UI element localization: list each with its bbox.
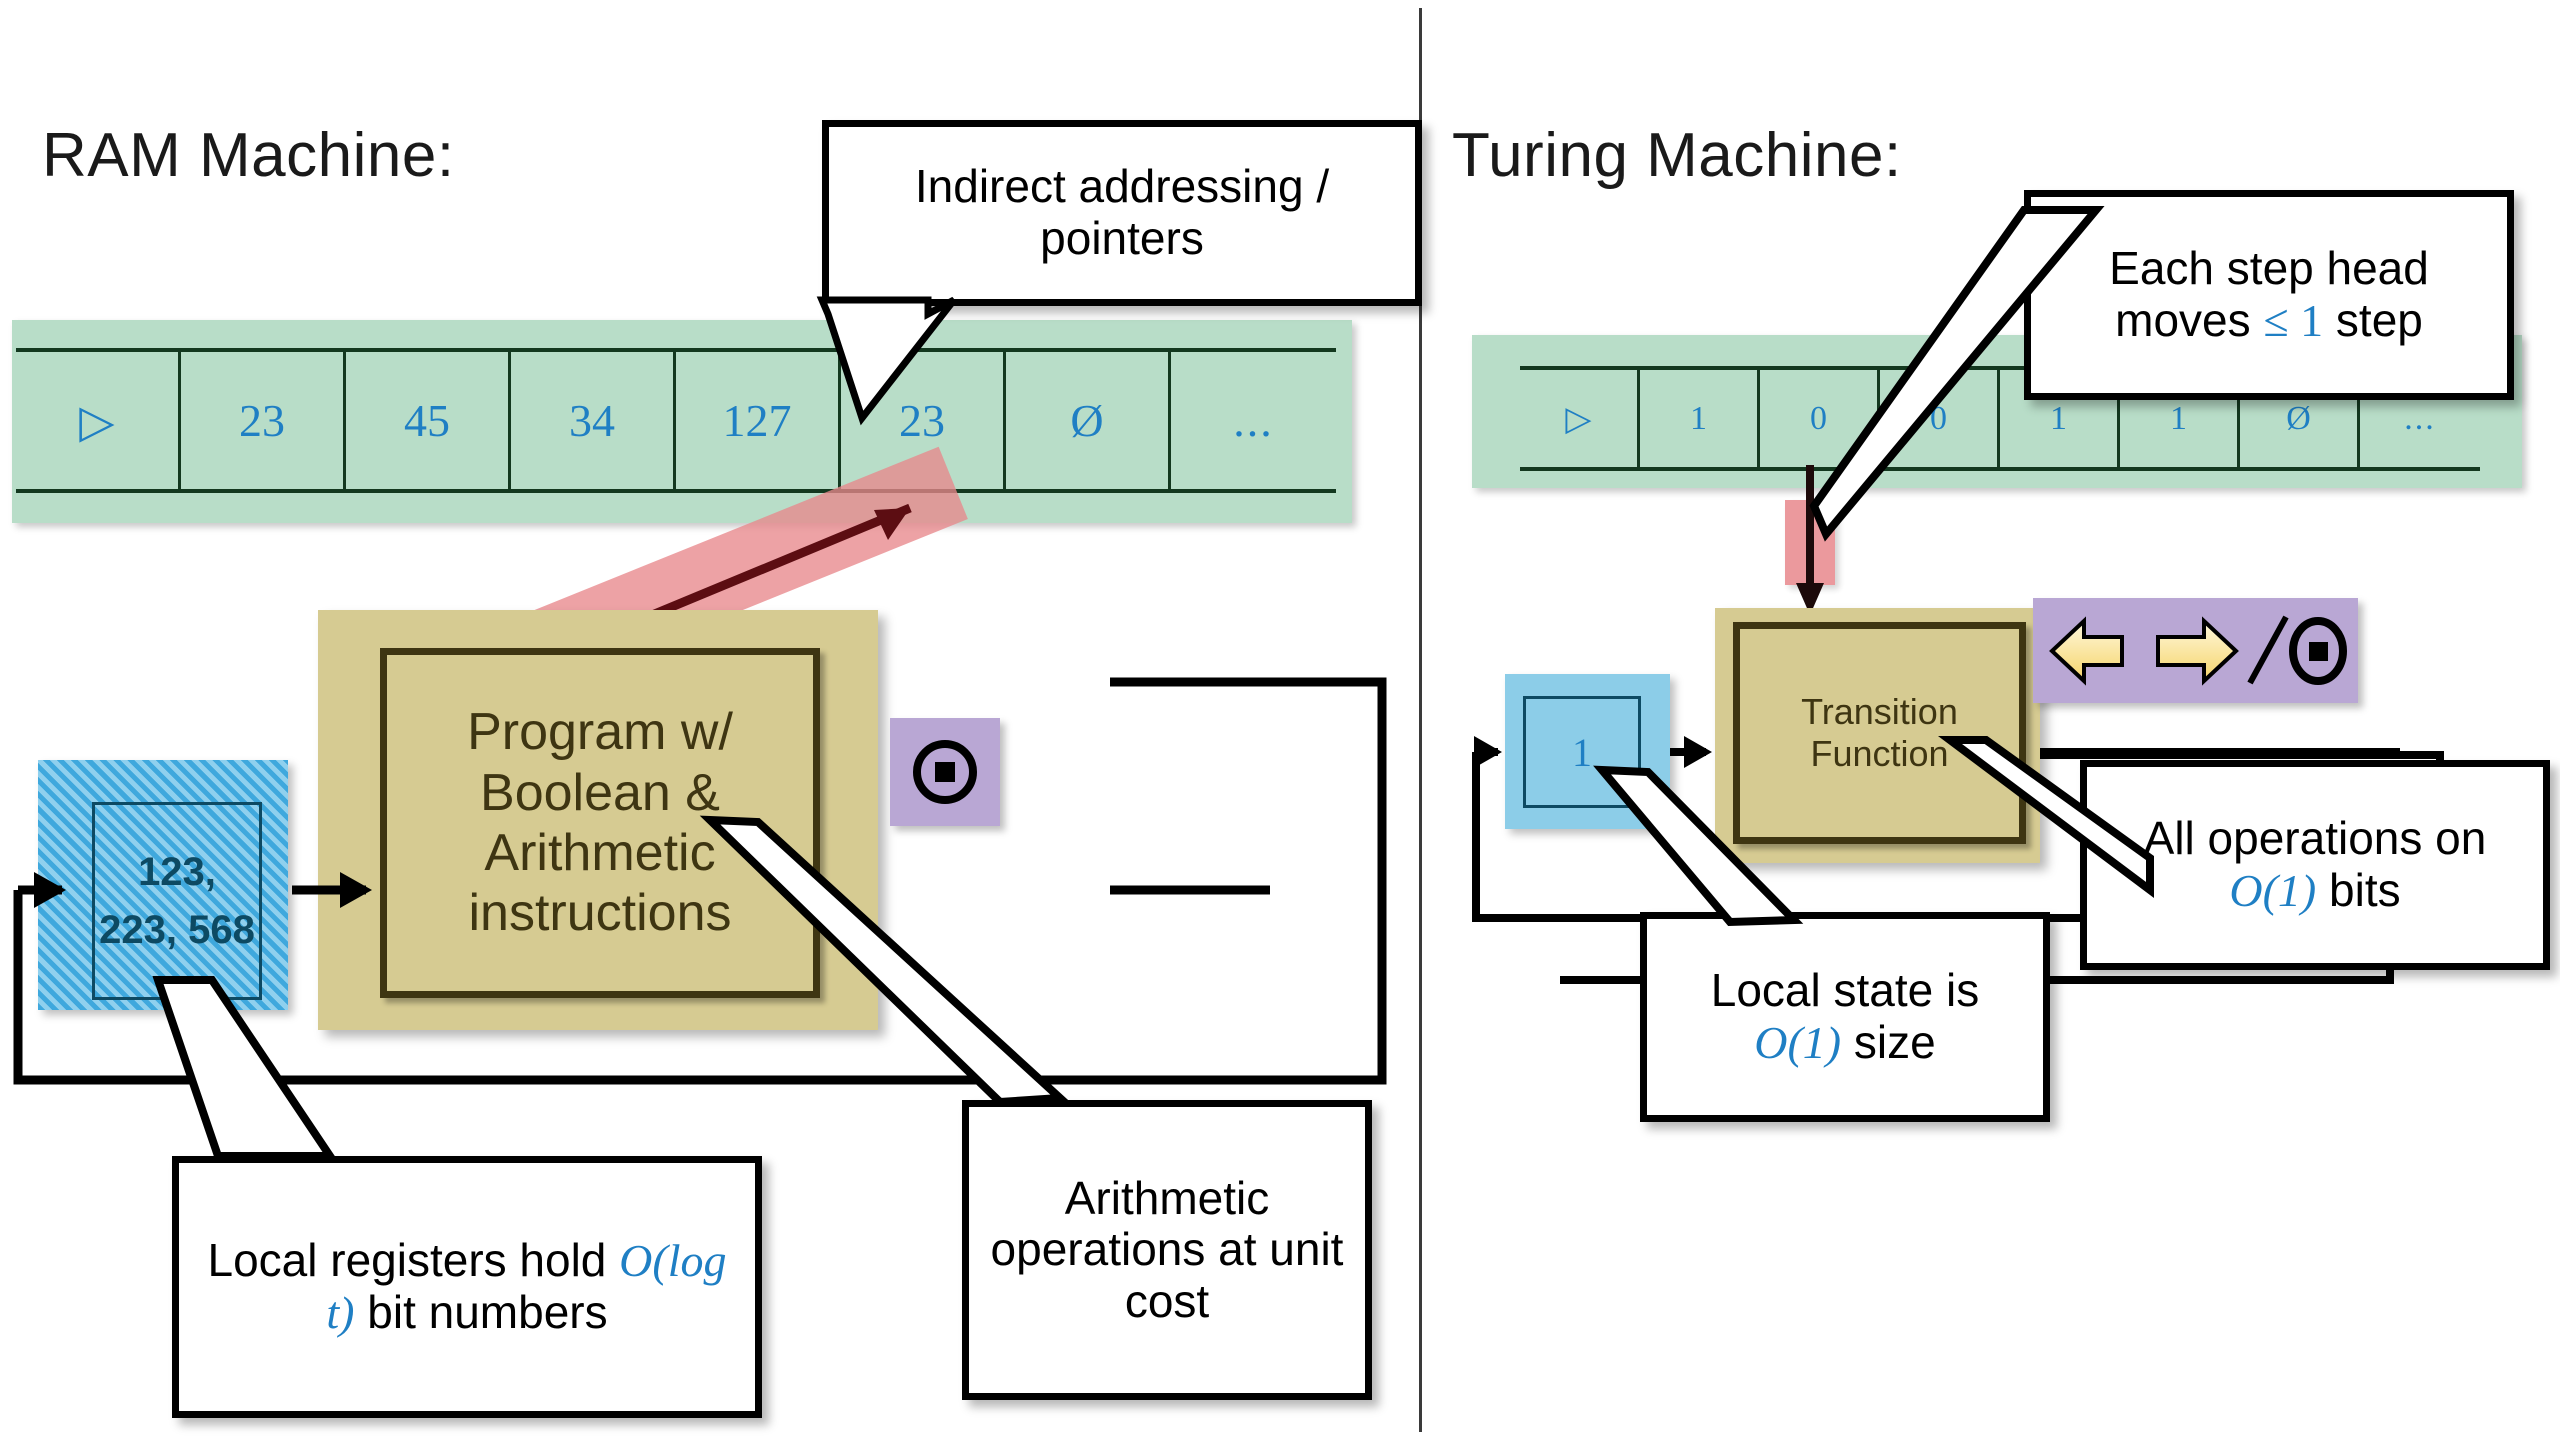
tm-tape-cell[interactable]: ▷	[1520, 370, 1640, 467]
turing-machine-title: Turing Machine:	[1452, 121, 1902, 190]
callout-text: Local registers hold O(log t) bit number…	[193, 1235, 741, 1338]
ram-machine-title: RAM Machine:	[42, 121, 455, 190]
callout-text-highlight: O(1)	[1754, 1017, 1842, 1068]
callout-indirect-addressing[interactable]: Indirect addressing / pointers	[822, 120, 1422, 306]
callout-text-highlight: ≤ 1	[2263, 295, 2324, 346]
ram-tape-cell[interactable]: ...	[1171, 352, 1336, 489]
callout-head-move[interactable]: Each step head moves ≤ 1 step	[2024, 190, 2514, 400]
halt-stop-icon	[2288, 616, 2347, 685]
halt-stop-icon	[913, 740, 977, 804]
tape-head-marker[interactable]	[1785, 500, 1835, 585]
slash-icon	[2246, 615, 2289, 684]
ram-tape-cell[interactable]: 23	[841, 352, 1006, 489]
ram-tape: ▷ 23 45 34 127 23 Ø ...	[16, 348, 1336, 493]
arrow-right-icon	[2155, 615, 2239, 686]
ram-tape-cell[interactable]: Ø	[1006, 352, 1171, 489]
tm-tape-cell[interactable]: 0	[1760, 370, 1880, 467]
callout-text-post: size	[1841, 1016, 1936, 1068]
tm-tape-cell[interactable]: 1	[1640, 370, 1760, 467]
callout-text-pre: Local registers hold	[207, 1234, 620, 1287]
callout-text-pre: Local state is	[1710, 964, 1980, 1017]
ram-halt-badge[interactable]	[890, 718, 1000, 826]
tm-transition-label: Transition Function	[1733, 622, 2026, 844]
callout-text: Indirect addressing / pointers	[914, 160, 1330, 264]
callout-text-post: bit numbers	[354, 1286, 608, 1338]
ram-tape-cell[interactable]: 127	[676, 352, 841, 489]
tm-move-badge[interactable]	[2033, 598, 2358, 703]
ram-tape-cell[interactable]: 45	[346, 352, 511, 489]
ram-tape-cell[interactable]: 23	[181, 352, 346, 489]
ram-register-value: 123, 223, 568	[92, 802, 262, 1000]
callout-text-pre: All operations on	[2143, 812, 2487, 865]
callout-text-highlight: O(1)	[2229, 865, 2317, 916]
callout-arithmetic-ops[interactable]: Arithmetic operations at unit cost	[962, 1100, 1372, 1400]
callout-text: Local state is O(1) size	[1661, 965, 2029, 1068]
ram-tape-cell[interactable]: 34	[511, 352, 676, 489]
ram-program-label: Program w/ Boolean & Arithmetic instruct…	[380, 648, 820, 998]
callout-text: Each step head moves ≤ 1 step	[2045, 243, 2493, 346]
tm-state-value: 1	[1523, 696, 1641, 808]
callout-text-post: bits	[2316, 864, 2401, 916]
callout-text: Arithmetic operations at unit cost	[990, 1171, 1344, 1327]
callout-all-operations[interactable]: All operations on O(1) bits	[2080, 760, 2550, 970]
callout-text-post: step	[2323, 294, 2423, 346]
arrow-left-icon	[2048, 615, 2124, 686]
tm-tape-cell[interactable]: 0	[1880, 370, 2000, 467]
callout-local-state[interactable]: Local state is O(1) size	[1640, 912, 2050, 1122]
ram-tape-cell[interactable]: ▷	[16, 352, 181, 489]
callout-local-registers[interactable]: Local registers hold O(log t) bit number…	[172, 1156, 762, 1418]
callout-text: All operations on O(1) bits	[2101, 813, 2529, 916]
